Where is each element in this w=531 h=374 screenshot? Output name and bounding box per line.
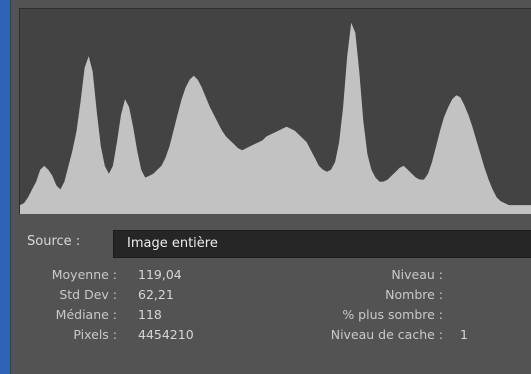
stat-level: Niveau : [211,267,531,285]
stat-percent-darker: % plus sombre : [211,307,531,325]
histogram-curve [20,22,531,214]
stat-pixels-label: Pixels : [73,327,117,342]
stat-cache-level-value: 1 [460,327,468,342]
stat-cache-level-label: Niveau de cache : [330,327,443,342]
stat-pixels-value: 4454210 [138,327,194,342]
stat-median-value: 118 [138,307,162,322]
stat-count: Nombre : [211,287,531,305]
stat-level-label: Niveau : [391,267,443,282]
stat-count-label: Nombre : [385,287,443,302]
stat-mean-label: Moyenne : [51,267,117,282]
histogram-window: Source : Image entière Moyenne : 119,04 … [10,0,531,374]
stat-percent-darker-label: % plus sombre : [342,307,443,322]
histogram-panel [19,8,531,214]
stat-std-dev-label: Std Dev : [59,287,117,302]
stat-std-dev-value: 62,21 [138,287,174,302]
stat-cache-level: Niveau de cache : 1 [211,327,531,345]
source-dropdown[interactable]: Image entière [113,230,531,258]
source-label: Source : [27,234,81,249]
source-row: Source : Image entière [11,224,531,260]
histogram-graph [20,22,531,214]
stat-median-label: Médiane : [55,307,117,322]
stat-mean-value: 119,04 [138,267,182,282]
